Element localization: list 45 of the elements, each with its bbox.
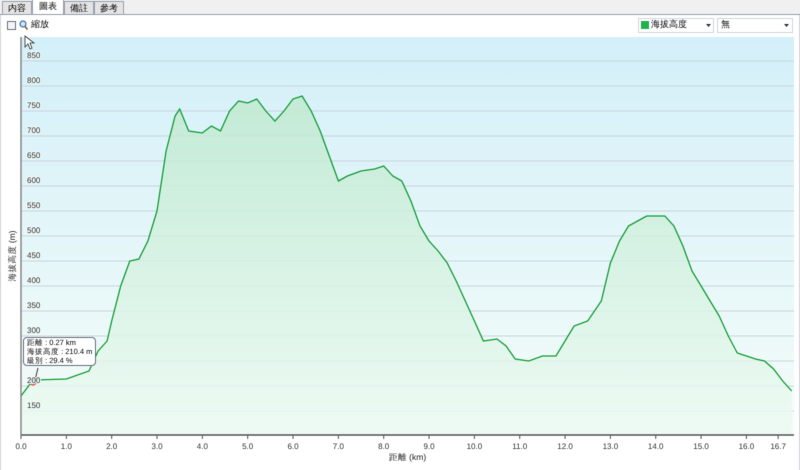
tab[interactable]: 内容 (2, 1, 32, 14)
caret-icon (706, 24, 711, 26)
x-tick-label: 10.0 (466, 442, 482, 451)
tab[interactable]: 圖表 (32, 0, 64, 14)
y-tick-label: 400 (27, 276, 40, 285)
x-tick-label: 14.0 (648, 442, 664, 451)
series-dropdown[interactable]: 海拔高度 (638, 18, 714, 32)
x-tick-label: 1.0 (60, 442, 72, 451)
y-tick-label: 600 (27, 176, 40, 185)
x-tick-label: 6.0 (287, 442, 299, 451)
x-tick-label: 7.0 (332, 442, 344, 451)
y-tick-label: 750 (27, 101, 40, 110)
x-tick-label: 11.0 (512, 442, 528, 451)
x-tick-label: 2.0 (106, 442, 118, 451)
tab[interactable]: 參考 (94, 1, 124, 14)
x-tick-label: 9.0 (423, 442, 435, 451)
y-axis-title: 海拔高度 (m) (7, 230, 17, 282)
caret-icon (784, 24, 789, 26)
zoom-checkbox[interactable] (7, 20, 16, 30)
x-tick-label: 16.0 (738, 442, 754, 451)
x-tick-label: 8.0 (378, 442, 390, 451)
tab[interactable]: 備註 (64, 1, 94, 14)
cursor-icon (24, 35, 36, 50)
x-tick-label: 13.0 (602, 442, 618, 451)
y-tick-label: 650 (27, 151, 40, 160)
x-tick-label: 5.0 (242, 442, 254, 451)
x-tick-label: 16.7 (770, 442, 786, 451)
y-tick-label: 300 (27, 326, 40, 335)
y-tick-label: 350 (27, 301, 40, 310)
y-tick-label: 800 (27, 76, 40, 85)
y-tick-label: 850 (27, 51, 40, 60)
x-tick-label: 12.0 (557, 442, 573, 451)
x-tick-label: 15.0 (693, 442, 709, 451)
x-tick-label: 4.0 (196, 442, 208, 451)
y-tick-label: 150 (27, 401, 40, 410)
x-tick-label: 0.0 (15, 442, 27, 451)
y-tick-label: 550 (27, 201, 40, 210)
zoom-label: 縮放 (31, 18, 49, 32)
y-tick-label: 700 (27, 126, 40, 135)
x-tick-label: 3.0 (151, 442, 163, 451)
y-tick-label: 500 (27, 226, 40, 235)
x-axis-title: 距離 (km) (388, 452, 426, 462)
y-tick-label: 450 (27, 251, 40, 260)
option-dropdown[interactable]: 無 (717, 18, 793, 32)
magnifier-icon (19, 20, 28, 30)
